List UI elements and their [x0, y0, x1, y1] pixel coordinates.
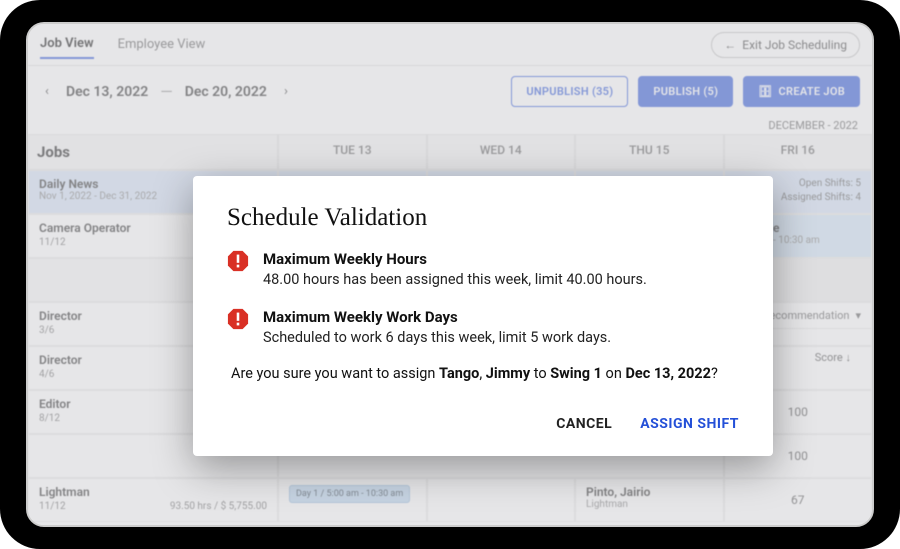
t: Dec 13, 2022: [625, 365, 711, 382]
stop-icon: [227, 308, 249, 348]
t: on: [602, 365, 625, 382]
cancel-button[interactable]: CANCEL: [556, 416, 612, 432]
modal-title: Schedule Validation: [227, 204, 739, 232]
t: Swing 1: [550, 365, 602, 382]
validation-item-days: Maximum Weekly Work Days Scheduled to wo…: [227, 308, 739, 348]
validation-body: 48.00 hours has been assigned this week,…: [263, 270, 647, 290]
confirm-text: Are you sure you want to assign Tango, J…: [231, 365, 739, 382]
stop-icon: [227, 250, 249, 290]
tablet-screen: Job View Employee View ← Exit Job Schedu…: [26, 22, 874, 527]
validation-item-hours: Maximum Weekly Hours 48.00 hours has bee…: [227, 250, 739, 290]
t: Are you sure you want to assign: [231, 365, 439, 382]
assign-shift-button[interactable]: ASSIGN SHIFT: [640, 416, 739, 432]
t: Jimmy: [486, 365, 530, 382]
t: Tango: [439, 365, 479, 382]
modal-actions: CANCEL ASSIGN SHIFT: [227, 416, 739, 432]
validation-title: Maximum Weekly Hours: [263, 250, 647, 268]
t: ?: [711, 365, 718, 382]
schedule-validation-modal: Schedule Validation Maximum Weekly Hours…: [193, 176, 773, 456]
validation-body: Scheduled to work 6 days this week, limi…: [263, 328, 611, 348]
t: to: [530, 365, 550, 382]
validation-title: Maximum Weekly Work Days: [263, 308, 611, 326]
tablet-frame: Job View Employee View ← Exit Job Schedu…: [0, 0, 900, 549]
